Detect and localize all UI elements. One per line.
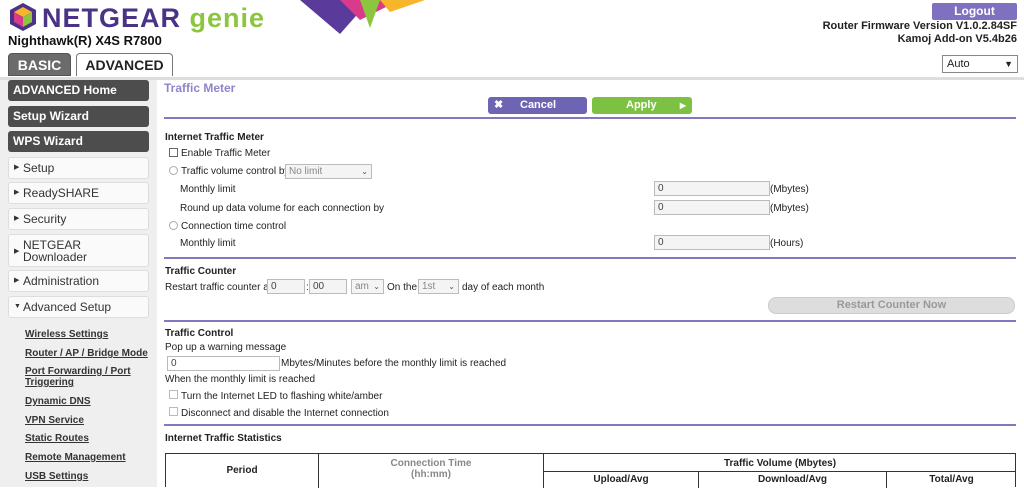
submenu-usb-settings[interactable]: USB Settings (25, 471, 88, 482)
col-period: Period (166, 454, 319, 488)
popup-input[interactable]: 0 (167, 356, 280, 371)
col-upload: Upload/Avg (544, 472, 699, 488)
submenu-router-mode[interactable]: Router / AP / Bridge Mode (25, 348, 148, 359)
chevron-right-icon: ▶ (14, 189, 20, 196)
brand-logo: NETGEAR genie (42, 3, 266, 33)
sidebar-item-security[interactable]: ▶ Security (8, 208, 149, 230)
logout-button[interactable]: Logout (932, 3, 1017, 20)
apply-button[interactable]: Apply ▶ (592, 97, 692, 114)
disconnect-checkbox[interactable] (169, 407, 178, 416)
restart-minute-input[interactable]: 00 (309, 279, 347, 294)
meter-heading: Internet Traffic Meter (165, 132, 264, 143)
sidebar-item-downloader[interactable]: ▶ NETGEAR Downloader (8, 234, 149, 267)
sidebar: ADVANCED Home Setup Wizard WPS Wizard ▶ S… (0, 80, 157, 487)
led-label: Turn the Internet LED to flashing white/… (181, 391, 383, 402)
chevron-down-icon: ▼ (1004, 59, 1013, 69)
time-control-radio[interactable] (169, 221, 178, 230)
counter-heading: Traffic Counter (165, 266, 237, 277)
header: NETGEAR genie Nighthawk(R) X4S R7800 Log… (0, 0, 1024, 78)
restart-counter-button[interactable]: Restart Counter Now (768, 297, 1015, 314)
reached-label: When the monthly limit is reached (165, 374, 316, 385)
on-the-label: On the (387, 282, 418, 293)
submenu-dynamic-dns[interactable]: Dynamic DNS (25, 396, 91, 407)
firmware-version: Router Firmware Version V1.0.2.84SF (822, 20, 1017, 32)
submenu-vpn-service[interactable]: VPN Service (25, 415, 84, 426)
roundup-input[interactable]: 0 (654, 200, 770, 215)
restart-hour-input[interactable]: 0 (267, 279, 305, 294)
sidebar-item-administration[interactable]: ▶ Administration (8, 270, 149, 292)
submenu-remote-management[interactable]: Remote Management (25, 452, 126, 463)
popup-label: Pop up a warning message (165, 342, 287, 353)
chevron-down-icon: ⌄ (361, 167, 368, 176)
stats-heading: Internet Traffic Statistics (165, 433, 282, 444)
submenu-port-forwarding[interactable]: Port Forwarding / Port Triggering (25, 366, 135, 388)
popup-suffix: Mbytes/Minutes before the monthly limit … (281, 358, 507, 369)
time-limit-unit: (Hours) (770, 238, 804, 249)
divider (164, 424, 1016, 426)
monthly-limit-unit: (Mbytes) (770, 184, 809, 195)
roundup-label: Round up data volume for each connection… (180, 203, 385, 214)
sidebar-item-setup[interactable]: ▶ Setup (8, 157, 149, 179)
sidebar-advanced-home[interactable]: ADVANCED Home (8, 80, 149, 101)
sidebar-item-advanced-setup[interactable]: ▼ Advanced Setup (8, 296, 149, 318)
divider (164, 320, 1016, 322)
monthly-limit-input[interactable]: 0 (654, 181, 770, 196)
addon-version: Kamoj Add-on V5.4b26 (897, 33, 1017, 45)
chevron-down-icon: ▼ (14, 303, 21, 310)
tab-basic[interactable]: BASIC (8, 53, 71, 76)
roundup-unit: (Mbytes) (770, 203, 809, 214)
volume-control-label: Traffic volume control by (181, 166, 290, 177)
col-total: Total/Avg (929, 474, 974, 485)
divider (164, 257, 1016, 259)
volume-control-radio[interactable] (169, 166, 178, 175)
chevron-right-icon: ▶ (14, 248, 20, 255)
day-suffix-label: day of each month (462, 282, 545, 293)
col-connection-time: Connection Time (hh:mm) (319, 454, 544, 488)
restart-at-label: Restart traffic counter at (165, 282, 272, 293)
led-checkbox[interactable] (169, 390, 178, 399)
time-control-label: Connection time control (181, 221, 287, 232)
language-select[interactable]: Auto ▼ (942, 55, 1018, 73)
sidebar-wps-wizard[interactable]: WPS Wizard (8, 131, 149, 152)
header-decoration-icon (300, 0, 425, 34)
tab-advanced[interactable]: ADVANCED (76, 53, 173, 76)
enable-meter-label: Enable Traffic Meter (181, 148, 271, 159)
chevron-down-icon: ⌄ (373, 282, 380, 291)
submenu-wireless-settings[interactable]: Wireless Settings (25, 329, 108, 340)
disconnect-label: Disconnect and disable the Internet conn… (181, 408, 389, 419)
chevron-down-icon: ⌄ (448, 282, 455, 291)
firmware-info: Router Firmware Version V1.0.2.84SF Kamo… (823, 20, 1017, 46)
main-content: Traffic Meter ✖ Cancel Apply ▶ Internet … (164, 80, 1020, 488)
volume-control-select[interactable]: No limit ⌄ (285, 164, 372, 179)
close-icon: ✖ (494, 99, 504, 111)
control-heading: Traffic Control (165, 328, 234, 339)
divider (164, 117, 1016, 119)
chevron-right-icon: ▶ (14, 277, 20, 284)
col-download: Download/Avg (699, 472, 887, 488)
stats-table: Period Connection Time (hh:mm) Traffic V… (165, 453, 1016, 488)
day-select[interactable]: 1st ⌄ (418, 279, 459, 294)
arrow-right-icon: ▶ (679, 101, 686, 110)
sidebar-setup-wizard[interactable]: Setup Wizard (8, 106, 149, 127)
cancel-button[interactable]: ✖ Cancel (488, 97, 587, 114)
submenu-static-routes[interactable]: Static Routes (25, 433, 89, 444)
language-value: Auto (947, 58, 970, 70)
router-model: Nighthawk(R) X4S R7800 (8, 33, 162, 48)
page-title: Traffic Meter (164, 81, 236, 95)
ampm-select[interactable]: am ⌄ (351, 279, 384, 294)
netgear-logo-icon (8, 2, 38, 32)
monthly-limit-label: Monthly limit (180, 184, 236, 195)
sidebar-item-readyshare[interactable]: ▶ ReadySHARE (8, 182, 149, 204)
time-limit-label: Monthly limit (180, 238, 236, 249)
time-limit-input[interactable]: 0 (654, 235, 770, 250)
chevron-right-icon: ▶ (14, 215, 20, 222)
col-traffic-volume: Traffic Volume (Mbytes) Upload/Avg Downl… (544, 454, 1016, 488)
chevron-right-icon: ▶ (14, 164, 20, 171)
enable-meter-checkbox[interactable] (169, 148, 178, 157)
